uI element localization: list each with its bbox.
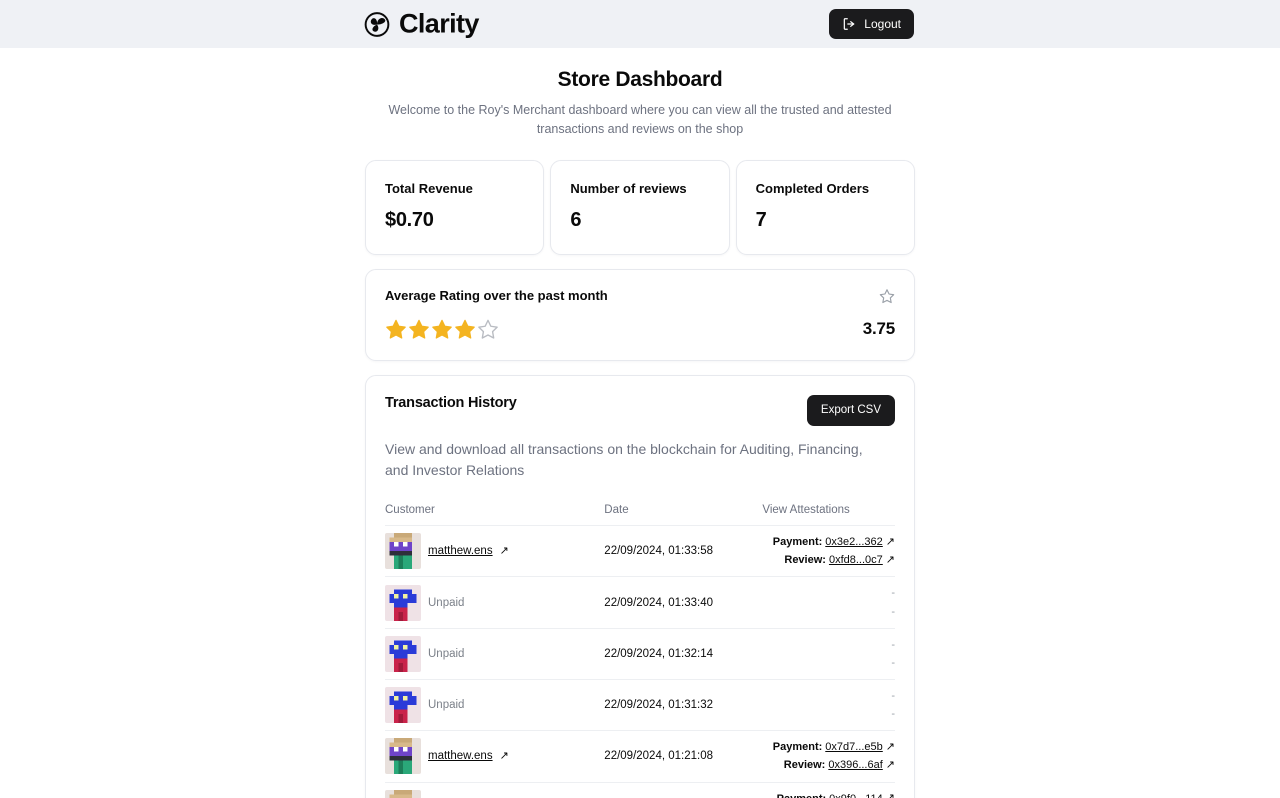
table-row[interactable]: Unpaid 22/09/2024, 01:33:40 - - (385, 576, 895, 629)
external-link-arrow-icon[interactable]: ↗ (886, 793, 895, 798)
logout-button[interactable]: Logout (829, 9, 914, 39)
review-label: Review: (783, 759, 826, 772)
column-header-customer: Customer (385, 504, 605, 527)
stat-label: Total Revenue (385, 180, 473, 196)
spiral-pinwheel-icon (364, 11, 390, 37)
external-link-arrow-icon[interactable]: ↗ (886, 759, 895, 771)
table-row[interactable]: matthew.ens ↗ 22/09/2024, 01:21:08 Payme… (385, 730, 895, 783)
transaction-history-description: View and download all transactions on th… (385, 440, 863, 479)
payment-label: Payment: (772, 536, 823, 549)
review-empty: - (891, 708, 895, 721)
table-row[interactable]: matthew.ens ↗ 22/09/2024, 01:19:06 Payme… (385, 782, 895, 798)
table-header-row: Customer Date View Attestations (385, 504, 895, 527)
average-rating-card: Average Rating over the past month 3.75 (365, 268, 915, 361)
star-empty-icon (477, 318, 499, 340)
external-link-arrow-icon[interactable]: ↗ (500, 545, 509, 557)
external-link-arrow-icon[interactable]: ↗ (886, 554, 895, 566)
payment-empty: - (891, 638, 895, 651)
customer-link[interactable]: matthew.ens (428, 545, 493, 557)
payment-hash-link[interactable]: 0x3e2...362 (825, 533, 883, 551)
column-header-attestations: View Attestations (762, 504, 895, 527)
transaction-history-card: Transaction History Export CSV View and … (365, 374, 915, 798)
star-rating (385, 318, 499, 340)
customer-status: Unpaid (428, 647, 465, 660)
star-filled-icon (408, 318, 430, 340)
export-csv-button[interactable]: Export CSV (806, 394, 895, 426)
sign-out-icon (842, 17, 856, 31)
rating-title: Average Rating over the past month (385, 287, 608, 303)
stat-label: Number of reviews (570, 180, 687, 196)
star-outline-icon (879, 288, 895, 309)
payment-hash-link[interactable]: 0x9f0...114 (829, 790, 883, 798)
star-filled-icon (454, 318, 476, 340)
payment-label: Payment: (777, 790, 827, 798)
review-empty: - (891, 656, 895, 669)
logout-label: Logout (864, 17, 901, 31)
customer-status: Unpaid (428, 596, 465, 609)
page-body: Store Dashboard Welcome to the Roy's Mer… (0, 48, 1280, 798)
customer-name: matthew.ens (428, 545, 493, 558)
review-label: Review: (784, 554, 826, 567)
review-hash-link[interactable]: 0xfd8...0c7 (829, 551, 883, 569)
table-row[interactable]: Unpaid 22/09/2024, 01:31:32 - - (385, 679, 895, 732)
customer-name: matthew.ens (428, 750, 493, 763)
stat-value: 6 (570, 208, 582, 231)
stat-card-total-revenue: Total Revenue $0.70 (365, 159, 545, 255)
transaction-date: 22/09/2024, 01:32:14 (604, 628, 763, 680)
transaction-date: 22/09/2024, 01:21:08 (604, 730, 763, 783)
transaction-history-title: Transaction History (385, 394, 517, 411)
external-link-arrow-icon[interactable]: ↗ (500, 750, 509, 762)
pixel-avatar (385, 533, 421, 570)
table-row[interactable]: matthew.ens ↗ 22/09/2024, 01:33:58 Payme… (385, 525, 895, 578)
transaction-date: 22/09/2024, 01:33:58 (604, 525, 763, 578)
star-filled-icon (385, 318, 407, 340)
star-filled-icon (431, 318, 453, 340)
customer-status: Unpaid (428, 699, 465, 712)
external-link-arrow-icon[interactable]: ↗ (886, 536, 895, 548)
column-header-date: Date (604, 504, 763, 527)
page-subtitle: Welcome to the Roy's Merchant dashboard … (388, 103, 892, 137)
pixel-avatar (385, 789, 421, 798)
payment-empty: - (891, 587, 895, 600)
stat-label: Completed Orders (755, 180, 870, 196)
stat-value: $0.70 (385, 208, 434, 231)
review-hash-link[interactable]: 0x396...6af (828, 756, 882, 774)
pixel-avatar (385, 635, 421, 672)
transaction-date: 22/09/2024, 01:19:06 (604, 782, 763, 798)
page-title: Store Dashboard (557, 68, 723, 91)
transaction-date: 22/09/2024, 01:33:40 (604, 576, 763, 629)
rating-value: 3.75 (862, 318, 895, 338)
brand-name: Clarity (399, 8, 479, 39)
table-row[interactable]: Unpaid 22/09/2024, 01:32:14 - - (385, 628, 895, 680)
stat-card-number-of-reviews: Number of reviews 6 (550, 159, 730, 255)
external-link-arrow-icon[interactable]: ↗ (886, 741, 895, 753)
stat-value: 7 (755, 208, 767, 231)
payment-empty: - (891, 689, 895, 702)
payment-hash-link[interactable]: 0x7d7...e5b (825, 738, 883, 756)
transactions-table-body: matthew.ens ↗ 22/09/2024, 01:33:58 Payme… (385, 525, 895, 798)
app-header: Clarity Logout (0, 0, 1280, 48)
brand: Clarity (364, 8, 479, 39)
stats-row: Total Revenue $0.70 Number of reviews 6 … (365, 159, 915, 255)
transactions-table: Customer Date View Attestations matthew.… (385, 504, 895, 798)
stat-card-completed-orders: Completed Orders 7 (735, 159, 915, 255)
content-container: Store Dashboard Welcome to the Roy's Mer… (365, 68, 915, 798)
pixel-avatar (385, 738, 421, 775)
payment-label: Payment: (772, 741, 823, 754)
customer-link[interactable]: matthew.ens (428, 750, 493, 762)
transaction-date: 22/09/2024, 01:31:32 (604, 679, 763, 732)
pixel-avatar (385, 687, 421, 724)
pixel-avatar (385, 584, 421, 621)
review-empty: - (891, 605, 895, 618)
